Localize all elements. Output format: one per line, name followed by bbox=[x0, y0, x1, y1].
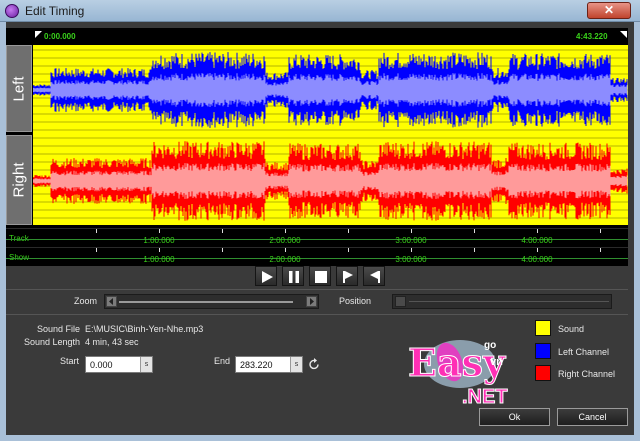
pause-icon bbox=[289, 271, 299, 283]
ruler-tick bbox=[222, 229, 223, 233]
watermark-net: .NET bbox=[462, 386, 509, 409]
track-ruler[interactable]: Track 1:00.000 2:00.000 3:00.000 4:00.00… bbox=[6, 228, 628, 247]
legend-swatch-left-channel[interactable] bbox=[535, 343, 551, 359]
sound-length-label: Sound Length bbox=[23, 337, 80, 347]
watermark-sup: go bbox=[484, 340, 497, 351]
ruler-tick-label: 2:00.000 bbox=[269, 236, 301, 245]
waveform-canvas[interactable] bbox=[33, 45, 628, 225]
ruler-tick-label: 4:00.000 bbox=[521, 255, 553, 264]
zoom-left-arrow-icon[interactable] bbox=[106, 296, 117, 307]
app-icon bbox=[5, 4, 19, 18]
legend-swatch-sound[interactable] bbox=[535, 320, 551, 336]
legend-label-left-channel: Left Channel bbox=[558, 347, 610, 357]
window-title: Edit Timing bbox=[25, 4, 85, 18]
ruler-tick bbox=[600, 229, 601, 233]
ruler-tick bbox=[537, 248, 538, 252]
ruler-tick bbox=[285, 248, 286, 252]
ruler-tick bbox=[96, 229, 97, 233]
ruler-tick bbox=[348, 248, 349, 252]
mark-start-button[interactable] bbox=[336, 266, 358, 286]
divider bbox=[6, 289, 628, 290]
stop-icon bbox=[315, 271, 327, 283]
ruler-tick bbox=[159, 229, 160, 233]
sound-file-label: Sound File bbox=[36, 324, 80, 334]
legend-label-right-channel: Right Channel bbox=[558, 369, 616, 379]
reset-icon[interactable] bbox=[308, 358, 321, 371]
end-spin-button[interactable]: s bbox=[290, 357, 302, 372]
zoom-right-arrow-icon[interactable] bbox=[306, 296, 317, 307]
start-marker-icon[interactable] bbox=[35, 31, 42, 38]
zoom-slider-thumb[interactable] bbox=[119, 301, 293, 303]
pause-button[interactable] bbox=[282, 266, 304, 286]
position-slider-thumb[interactable] bbox=[395, 296, 406, 307]
cancel-button[interactable]: Cancel bbox=[557, 408, 628, 426]
sound-file-value: E:\MUSIC\Binh-Yen-Nhe.mp3 bbox=[85, 324, 204, 334]
ruler-tick-label: 3:00.000 bbox=[395, 255, 427, 264]
ok-button[interactable]: Ok bbox=[479, 408, 550, 426]
flag-start-icon bbox=[343, 271, 353, 283]
end-label: End bbox=[214, 356, 231, 366]
sound-length-value: 4 min, 43 sec bbox=[85, 337, 139, 347]
play-icon bbox=[262, 271, 273, 283]
legend-label-sound: Sound bbox=[558, 324, 585, 334]
ruler-tick bbox=[285, 229, 286, 233]
mark-end-button[interactable] bbox=[363, 266, 385, 286]
start-label: Start bbox=[60, 356, 80, 366]
close-button[interactable]: ✕ bbox=[587, 2, 631, 19]
ruler-tick bbox=[600, 248, 601, 252]
position-slider-line bbox=[409, 301, 609, 302]
ruler-tick bbox=[474, 248, 475, 252]
ruler-tick bbox=[222, 248, 223, 252]
play-button[interactable] bbox=[255, 266, 277, 286]
stop-button[interactable] bbox=[309, 266, 331, 286]
ruler-tick-label: 4:00.000 bbox=[521, 236, 553, 245]
end-input[interactable]: 283.220 s bbox=[235, 356, 303, 373]
ruler-tick-label: 3:00.000 bbox=[395, 236, 427, 245]
ruler-tick bbox=[159, 248, 160, 252]
watermark-logo: Easy go vn .NET bbox=[400, 322, 530, 412]
divider bbox=[6, 314, 628, 315]
right-channel-label: Right bbox=[6, 135, 32, 225]
waveform-end-time: 4:43.220 bbox=[576, 32, 608, 41]
ruler-tick bbox=[96, 248, 97, 252]
ruler-tick bbox=[537, 229, 538, 233]
waveform-start-time: 0:00.000 bbox=[44, 32, 76, 41]
ruler-tick bbox=[474, 229, 475, 233]
waveform-display[interactable]: 0:00.000 4:43.220 Left Right bbox=[6, 28, 628, 228]
ruler-tick bbox=[411, 248, 412, 252]
end-value: 283.220 bbox=[240, 360, 273, 370]
start-value: 0.000 bbox=[90, 360, 113, 370]
legend-swatch-right-channel[interactable] bbox=[535, 365, 551, 381]
start-input[interactable]: 0.000 s bbox=[85, 356, 153, 373]
show-ruler[interactable]: Show 1:00.000 2:00.000 3:00.000 4:00.000 bbox=[6, 247, 628, 266]
ruler-tick bbox=[348, 229, 349, 233]
ruler-tick-label: 1:00.000 bbox=[143, 236, 175, 245]
ruler-tick-label: 2:00.000 bbox=[269, 255, 301, 264]
title-bar: Edit Timing ✕ bbox=[0, 0, 640, 22]
ruler-tick-label: 1:00.000 bbox=[143, 255, 175, 264]
end-marker-icon[interactable] bbox=[620, 31, 627, 38]
watermark-sub: vn bbox=[490, 356, 503, 368]
start-spin-button[interactable]: s bbox=[140, 357, 152, 372]
zoom-label: Zoom bbox=[74, 296, 98, 306]
flag-end-icon bbox=[370, 271, 380, 283]
position-slider[interactable] bbox=[392, 294, 612, 309]
zoom-slider[interactable] bbox=[104, 294, 319, 309]
ruler-tick bbox=[411, 229, 412, 233]
position-label: Position bbox=[339, 296, 372, 306]
left-channel-label: Left bbox=[6, 45, 32, 132]
